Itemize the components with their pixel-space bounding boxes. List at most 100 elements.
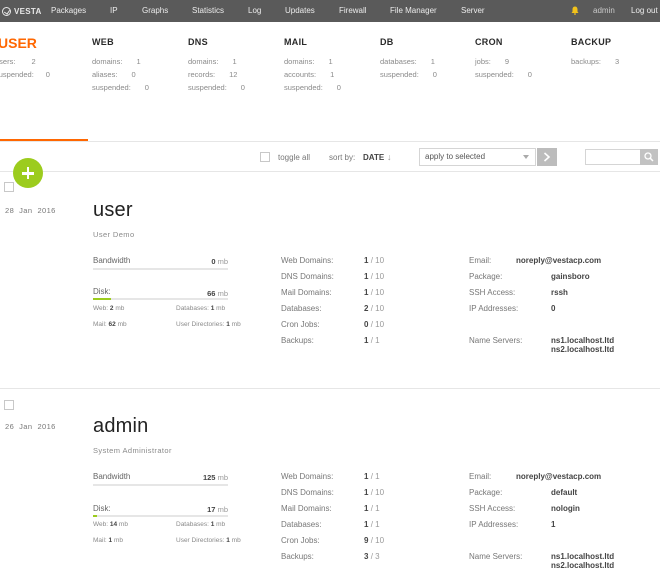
bandwidth-value: 125 mb: [202, 473, 228, 482]
backups-label: Backups:: [281, 552, 314, 561]
email-value[interactable]: noreply@vestacp.com: [516, 256, 601, 265]
backups-value: 3 / 3: [364, 552, 380, 561]
disk-bar: [93, 515, 228, 517]
ns1-value: ns1.localhost.ltd: [551, 336, 615, 345]
stat-dns[interactable]: DNS domains: 1 records: 12 suspended: 0: [188, 37, 245, 92]
databases-value: 1 / 1: [364, 520, 380, 529]
row-divider: [0, 388, 660, 389]
ssh-label: SSH Access:: [469, 504, 516, 513]
nav-log[interactable]: Log: [248, 0, 261, 22]
nav-logout[interactable]: Log out: [631, 0, 658, 22]
sort-arrow-icon[interactable]: ↓: [387, 152, 392, 162]
disk-label: Disk:: [93, 287, 111, 296]
user-row-checkbox[interactable]: [4, 182, 14, 192]
ip-value: 0: [551, 304, 556, 313]
ssh-value: rssh: [551, 288, 568, 297]
toggle-all-checkbox[interactable]: [260, 152, 270, 162]
stat-user[interactable]: USER users:2 suspended:0: [0, 35, 50, 79]
apply-button[interactable]: [537, 148, 557, 166]
stat-mail[interactable]: MAIL domains: 1 accounts: 1 suspended: 0: [284, 37, 341, 92]
disk-value: 66 mb: [207, 289, 228, 298]
sort-value[interactable]: DATE: [363, 153, 384, 162]
web-domains-value: 1 / 10: [364, 256, 385, 265]
bandwidth-label: Bandwidth: [93, 472, 131, 481]
nav-packages[interactable]: Packages: [51, 0, 86, 22]
user-date: 26 Jan 2016: [5, 422, 56, 431]
ns-label: Name Servers:: [469, 552, 523, 561]
email-value[interactable]: noreply@vestacp.com: [516, 472, 601, 481]
user-row-checkbox[interactable]: [4, 400, 14, 410]
user-name[interactable]: user: [93, 199, 133, 222]
bulk-action-select[interactable]: apply to selected: [419, 148, 536, 166]
web-domains-value: 1 / 1: [364, 472, 380, 481]
package-value: gainsboro: [551, 272, 590, 281]
search-button[interactable]: [640, 149, 658, 165]
disk-databases: Databases: 1 mb: [176, 305, 226, 312]
dns-domains-label: DNS Domains:: [281, 272, 334, 281]
sort-by-label: sort by:: [329, 153, 356, 162]
dns-domains-label: DNS Domains:: [281, 488, 334, 497]
ssh-value: nologin: [551, 504, 580, 513]
stat-backup-title: BACKUP: [571, 37, 612, 47]
disk-mail: Mail: 62 mb: [93, 321, 127, 328]
stat-db[interactable]: DB databases: 1 suspended: 0: [380, 37, 437, 79]
cron-jobs-value: 9 / 10: [364, 536, 385, 545]
add-user-button[interactable]: [13, 158, 43, 188]
ns1-value: ns1.localhost.ltd: [551, 552, 615, 561]
search-input[interactable]: [585, 149, 641, 165]
stat-web[interactable]: WEB domains: 1 aliases: 0 suspended: 0: [92, 37, 149, 92]
mail-domains-value: 1 / 1: [364, 504, 380, 513]
nav-updates[interactable]: Updates: [285, 0, 315, 22]
user-full-name: System Administrator: [93, 446, 172, 455]
chevron-down-icon: [523, 155, 529, 159]
mail-domains-value: 1 / 10: [364, 288, 385, 297]
package-label: Package:: [469, 272, 503, 281]
nav-firewall[interactable]: Firewall: [339, 0, 367, 22]
bandwidth-bar: [93, 268, 228, 270]
disk-value: 17 mb: [207, 505, 228, 514]
stat-web-title: WEB: [92, 37, 114, 47]
user-full-name: User Demo: [93, 230, 135, 239]
dns-domains-value: 1 / 10: [364, 272, 385, 281]
cron-jobs-label: Cron Jobs:: [281, 536, 320, 545]
user-name[interactable]: admin: [93, 415, 148, 438]
web-domains-label: Web Domains:: [281, 256, 334, 265]
arrow-right-icon: [543, 152, 551, 162]
nav-statistics[interactable]: Statistics: [192, 0, 224, 22]
ssh-label: SSH Access:: [469, 288, 516, 297]
bandwidth-bar: [93, 484, 228, 486]
ip-label: IP Addresses:: [469, 520, 519, 529]
dns-domains-value: 1 / 10: [364, 488, 385, 497]
nav-server[interactable]: Server: [461, 0, 485, 22]
vesta-logo[interactable]: VESTA: [2, 5, 42, 17]
databases-label: Databases:: [281, 520, 322, 529]
stat-backup[interactable]: BACKUP backups: 3: [571, 37, 619, 66]
web-domains-label: Web Domains:: [281, 472, 334, 481]
disk-user-dirs: User Directories: 1 mb: [176, 321, 241, 328]
bell-icon[interactable]: [571, 6, 579, 15]
nav-ip[interactable]: IP: [110, 0, 118, 22]
disk-user-dirs: User Directories: 1 mb: [176, 537, 241, 544]
backups-label: Backups:: [281, 336, 314, 345]
nav-user-admin[interactable]: admin: [593, 0, 615, 22]
toggle-all-label[interactable]: toggle all: [278, 153, 310, 162]
ip-value: 1: [551, 520, 556, 529]
package-value: default: [551, 488, 578, 497]
ns2-value: ns2.localhost.ltd: [551, 345, 615, 354]
stat-cron-title: CRON: [475, 37, 503, 47]
ns2-value: ns2.localhost.ltd: [551, 561, 615, 570]
stat-cron[interactable]: CRON jobs: 9 suspended: 0: [475, 37, 532, 79]
databases-label: Databases:: [281, 304, 322, 313]
cron-jobs-label: Cron Jobs:: [281, 320, 320, 329]
search-icon: [644, 152, 654, 162]
ip-label: IP Addresses:: [469, 304, 519, 313]
disk-bar-fill: [93, 298, 111, 300]
cron-jobs-value: 0 / 10: [364, 320, 385, 329]
nav-file-manager[interactable]: File Manager: [390, 0, 437, 22]
databases-value: 2 / 10: [364, 304, 385, 313]
disk-web: Web: 2 mb: [93, 305, 125, 312]
nav-graphs[interactable]: Graphs: [142, 0, 168, 22]
bandwidth-value: 0 mb: [211, 257, 228, 266]
stat-db-title: DB: [380, 37, 394, 47]
mail-domains-label: Mail Domains:: [281, 288, 332, 297]
